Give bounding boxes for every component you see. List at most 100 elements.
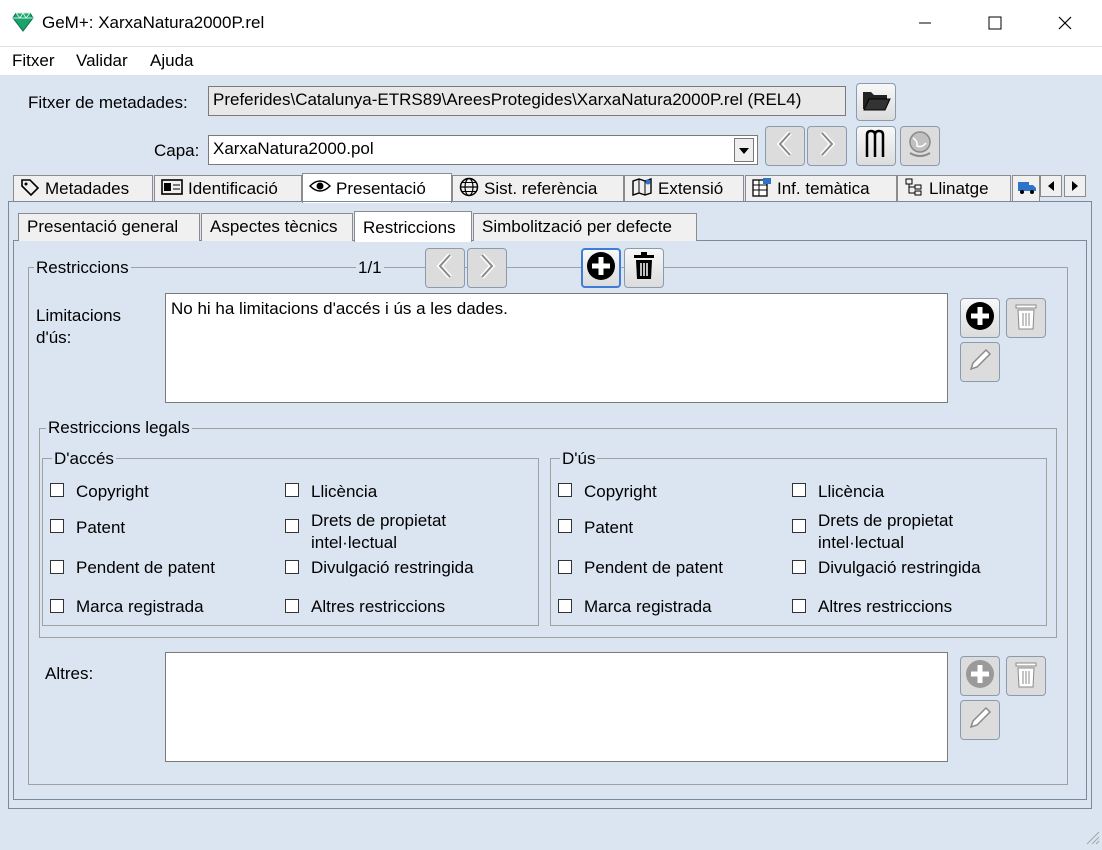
delete-restriction-button[interactable] [624, 248, 664, 288]
close-button[interactable] [1042, 0, 1088, 46]
usage-limits-textarea[interactable]: No hi ha limitacions d'accés i ús a les … [165, 293, 948, 403]
id-card-icon [161, 178, 183, 201]
gem-logo-icon [12, 12, 34, 37]
access-license-label: Llicència [311, 482, 378, 501]
others-label: Altres: [45, 664, 94, 683]
menu-fitxer[interactable]: Fitxer [12, 51, 55, 71]
use-restricted-checkbox[interactable] [792, 560, 806, 574]
tab-extensio-label: Extensió [658, 179, 724, 198]
others-textarea[interactable] [165, 652, 948, 762]
folder-open-icon [861, 88, 891, 117]
metadata-file-path: Preferides\Catalunya-ETRS89\AreesProtegi… [208, 86, 846, 116]
edit-usage-limit-button[interactable] [960, 342, 1000, 382]
layer-label: Capa: [154, 141, 200, 160]
use-ip-rights-checkbox[interactable] [792, 519, 806, 533]
use-trademark-label: Marca registrada [584, 597, 712, 616]
previous-restriction-button[interactable] [425, 248, 465, 288]
chevron-left-icon [435, 252, 455, 284]
delete-other-button[interactable] [1006, 656, 1046, 696]
use-group-label: D'ús [560, 449, 598, 469]
tree-icon [904, 177, 924, 202]
use-patent-checkbox[interactable] [558, 519, 572, 533]
access-pending-patent-checkbox[interactable] [50, 560, 64, 574]
use-restricted-label: Divulgació restringida [818, 558, 981, 577]
add-usage-limit-button[interactable] [960, 298, 1000, 338]
tab-sist-referencia-label: Sist. referència [484, 179, 598, 198]
access-other-label: Altres restriccions [311, 597, 446, 616]
tab-inf-tematica[interactable]: Inf. temàtica [745, 175, 897, 202]
tab-extensio[interactable]: Extensió [624, 175, 744, 202]
plus-circle-icon [965, 301, 995, 336]
use-copyright-label: Copyright [584, 482, 657, 501]
previous-layer-button[interactable] [765, 126, 805, 166]
triangle-left-icon [1047, 176, 1055, 196]
menu-ajuda[interactable]: Ajuda [150, 51, 193, 71]
tab-sist-referencia[interactable]: Sist. referència [452, 175, 624, 202]
table-icon [752, 177, 772, 202]
layer-dropdown-button[interactable] [734, 138, 754, 162]
access-patent-checkbox[interactable] [50, 519, 64, 533]
eye-icon [308, 178, 332, 199]
access-pending-patent-label: Pendent de patent [76, 558, 215, 577]
tab-presentacio[interactable]: Presentació [302, 173, 452, 203]
tab-next-hidden[interactable] [1012, 175, 1040, 202]
tab-scroll-left-button[interactable] [1040, 175, 1062, 197]
subtab-presentacio-general[interactable]: Presentació general [18, 213, 200, 241]
trash-icon [1015, 660, 1037, 693]
access-license-checkbox[interactable] [285, 483, 299, 497]
add-restriction-button[interactable] [581, 248, 621, 288]
layer-select-value: XarxaNatura2000.pol [213, 139, 374, 158]
tab-identificacio[interactable]: Identificació [154, 175, 302, 202]
window-title: GeM+: XarxaNatura2000P.rel [42, 13, 265, 32]
next-restriction-button[interactable] [467, 248, 507, 288]
subtab-simbolitzacio[interactable]: Simbolització per defecte [473, 213, 697, 241]
web-metadata-button[interactable] [900, 126, 940, 166]
chevron-right-icon [817, 130, 837, 162]
plus-circle-icon [965, 659, 995, 694]
tab-presentacio-label: Presentació [336, 178, 426, 198]
menu-validar[interactable]: Validar [76, 51, 128, 71]
edit-other-button[interactable] [960, 700, 1000, 740]
minimize-button[interactable] [902, 0, 948, 46]
next-layer-button[interactable] [807, 126, 847, 166]
use-license-checkbox[interactable] [792, 483, 806, 497]
access-trademark-label: Marca registrada [76, 597, 204, 616]
use-trademark-checkbox[interactable] [558, 599, 572, 613]
tab-scroll-right-button[interactable] [1064, 175, 1086, 197]
use-other-checkbox[interactable] [792, 599, 806, 613]
use-copyright-checkbox[interactable] [558, 483, 572, 497]
triangle-right-icon [1071, 176, 1079, 196]
tab-metadades[interactable]: Metadades [13, 175, 153, 202]
access-trademark-checkbox[interactable] [50, 599, 64, 613]
plus-circle-icon [586, 251, 616, 286]
tab-metadades-label: Metadades [45, 179, 130, 198]
tab-llinatge[interactable]: Llinatge [897, 175, 1011, 202]
tab-llinatge-label: Llinatge [929, 179, 989, 198]
use-pending-patent-checkbox[interactable] [558, 560, 572, 574]
access-ip-rights-checkbox[interactable] [285, 519, 299, 533]
access-other-checkbox[interactable] [285, 599, 299, 613]
access-patent-label: Patent [76, 518, 126, 537]
pencil-icon [967, 705, 993, 736]
restrictions-counter: 1/1 [356, 258, 384, 278]
metadata-m-icon [864, 129, 888, 164]
use-pending-patent-label: Pendent de patent [584, 558, 723, 577]
maximize-button[interactable] [972, 0, 1018, 46]
metadata-button[interactable] [856, 126, 896, 166]
metadata-file-label: Fitxer de metadades: [28, 93, 188, 112]
use-license-label: Llicència [818, 482, 885, 501]
trash-icon [1015, 302, 1037, 335]
access-ip-rights-label: Drets de propietat intel·lectual [311, 511, 447, 552]
subtab-restriccions[interactable]: Restriccions [354, 211, 472, 242]
layer-select[interactable]: XarxaNatura2000.pol [208, 135, 758, 165]
pencil-icon [967, 347, 993, 378]
subtab-aspectes-tecnics[interactable]: Aspectes tècnics [201, 213, 353, 241]
delete-usage-limit-button[interactable] [1006, 298, 1046, 338]
tag-icon [20, 178, 40, 201]
access-group-label: D'accés [52, 449, 116, 469]
access-restricted-checkbox[interactable] [285, 560, 299, 574]
open-folder-button[interactable] [856, 83, 896, 121]
add-other-button[interactable] [960, 656, 1000, 696]
trash-icon [633, 251, 655, 285]
access-copyright-checkbox[interactable] [50, 483, 64, 497]
